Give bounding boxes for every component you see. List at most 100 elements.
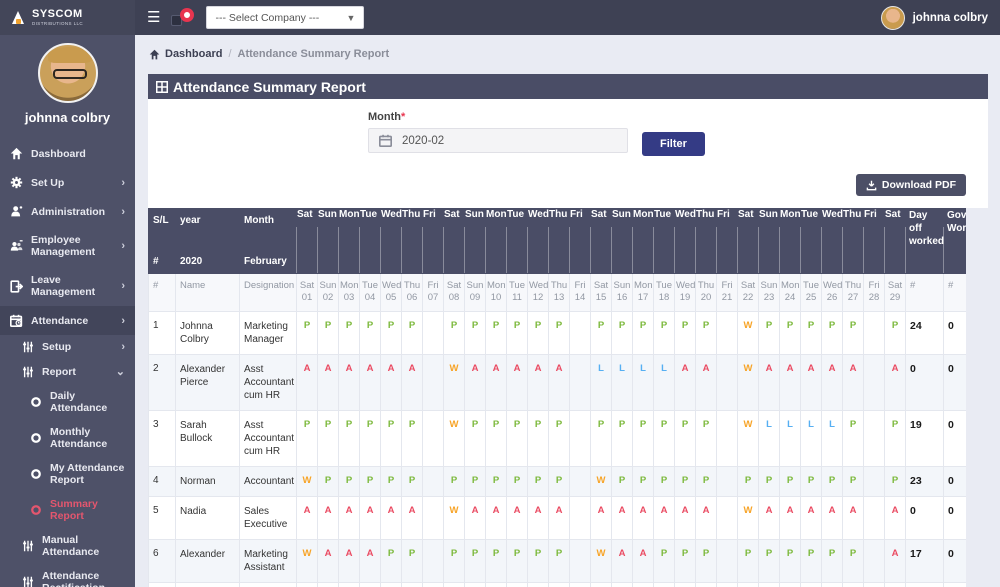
attendance-code-cell: P bbox=[360, 311, 381, 354]
employee-row: 3Sarah BullockAsst Accountant cum HRPPPP… bbox=[149, 410, 967, 466]
download-pdf-button[interactable]: Download PDF bbox=[856, 174, 966, 196]
content: Dashboard / Attendance Summary Report At… bbox=[135, 35, 1000, 587]
app-root: SYSCOM DISTRIBUTIONS LLC johnna colbry D… bbox=[0, 0, 1000, 587]
sidebar-item-daily-attendance[interactable]: Daily Attendance bbox=[0, 384, 135, 420]
filter-button[interactable]: Filter bbox=[642, 132, 705, 156]
topbar-user-name[interactable]: johnna colbry bbox=[913, 12, 988, 24]
sidebar-item-label: Attendance Rectification bbox=[42, 570, 125, 587]
sidebar-item-dashboard[interactable]: Dashboard bbox=[0, 139, 135, 168]
col-day-19: Wed bbox=[675, 209, 696, 274]
cell-day-off-worked: 19 bbox=[906, 410, 944, 466]
sidebar-item-attendance[interactable]: Attendance› bbox=[0, 306, 135, 335]
attendance-code-cell: P bbox=[528, 582, 549, 587]
sidebar-profile: johnna colbry bbox=[0, 35, 135, 135]
attendance-code-cell: P bbox=[654, 311, 675, 354]
attendance-code-cell bbox=[423, 466, 444, 496]
company-badge-icon[interactable] bbox=[172, 8, 194, 28]
sidebar-item-report[interactable]: Report⌄ bbox=[0, 359, 135, 384]
hamburger-icon[interactable]: ☰ bbox=[147, 10, 160, 25]
month-label: Month* bbox=[368, 111, 628, 123]
sliders-icon bbox=[22, 341, 34, 353]
attendance-code-cell: L bbox=[759, 410, 780, 466]
subheader-name: Name bbox=[176, 274, 240, 312]
col-day-28: Fri bbox=[864, 209, 885, 274]
attendance-code-cell: P bbox=[444, 539, 465, 582]
sidebar-item-label: Leave Management bbox=[31, 274, 113, 298]
attendance-code-cell: P bbox=[486, 539, 507, 582]
subheader-day-17: Mon17 bbox=[633, 274, 654, 312]
col-day-18: Tue bbox=[654, 209, 675, 274]
subheader-day-02: Sun02 bbox=[318, 274, 339, 312]
employee-row: 2Alexander PierceAsst Accountant cum HRA… bbox=[149, 354, 967, 410]
subheader-day-15: Sat15 bbox=[591, 274, 612, 312]
attendance-code-cell bbox=[864, 311, 885, 354]
sidebar-item-leave-management[interactable]: Leave Management› bbox=[0, 266, 135, 306]
sidebar-item-monthly-attendance[interactable]: Monthly Attendance bbox=[0, 420, 135, 456]
sidebar-item-set-up[interactable]: Set Up› bbox=[0, 168, 135, 197]
sliders-icon bbox=[22, 576, 34, 587]
company-select[interactable]: --- Select Company --- ▼ bbox=[206, 6, 364, 29]
brand-logo[interactable]: SYSCOM DISTRIBUTIONS LLC bbox=[0, 0, 135, 35]
attendance-code-cell: P bbox=[486, 311, 507, 354]
sidebar-item-setup[interactable]: Setup› bbox=[0, 335, 135, 359]
col-day-09: Sun bbox=[465, 209, 486, 274]
sidebar-item-employee-management[interactable]: Employee Management› bbox=[0, 226, 135, 266]
attendance-code-cell: P bbox=[822, 466, 843, 496]
attendance-code-cell: L bbox=[801, 410, 822, 466]
attendance-code-cell: P bbox=[339, 582, 360, 587]
cell-sl: 3 bbox=[149, 410, 176, 466]
attendance-code-cell: P bbox=[528, 539, 549, 582]
attendance-code-cell: P bbox=[360, 582, 381, 587]
attendance-code-cell: A bbox=[885, 354, 906, 410]
topbar-avatar[interactable] bbox=[881, 6, 905, 30]
attendance-code-cell: P bbox=[696, 410, 717, 466]
attendance-code-cell: A bbox=[339, 354, 360, 410]
attendance-code-cell bbox=[423, 354, 444, 410]
sidebar-item-attendance-rectification[interactable]: Attendance Rectification bbox=[0, 564, 135, 587]
sidebar-item-summary-report[interactable]: Summary Report bbox=[0, 492, 135, 528]
cell-day-off-worked: 17 bbox=[906, 539, 944, 582]
attendance-code-cell: A bbox=[633, 539, 654, 582]
sidebar-item-label: Employee Management bbox=[31, 234, 113, 258]
attendance-code-cell: P bbox=[780, 582, 801, 587]
col-day-06: Thu bbox=[402, 209, 423, 274]
attendance-code-cell: P bbox=[696, 582, 717, 587]
cell-name: Sarah Bullock bbox=[176, 582, 240, 587]
attendance-code-cell: P bbox=[696, 311, 717, 354]
attendance-code-cell: P bbox=[612, 582, 633, 587]
sidebar-item-label: Administration bbox=[31, 206, 105, 218]
col-day-25: Tue bbox=[801, 209, 822, 274]
attendance-code-cell: A bbox=[801, 496, 822, 539]
cell-gov-day-worked: 0 bbox=[944, 582, 967, 587]
cell-designation: Marketing Assistant bbox=[240, 539, 297, 582]
attendance-code-cell: A bbox=[549, 496, 570, 539]
subheader-day-27: Thu27 bbox=[843, 274, 864, 312]
attendance-code-cell bbox=[423, 539, 444, 582]
attendance-code-cell: A bbox=[801, 354, 822, 410]
attendance-code-cell: P bbox=[465, 466, 486, 496]
cell-designation: Sales Executive bbox=[240, 496, 297, 539]
sidebar-item-my-attendance-report[interactable]: My Attendance Report bbox=[0, 456, 135, 492]
attendance-code-cell: P bbox=[675, 466, 696, 496]
breadcrumb-current: Attendance Summary Report bbox=[238, 48, 390, 60]
attendance-code-cell: W bbox=[297, 466, 318, 496]
attendance-code-cell: P bbox=[843, 539, 864, 582]
cell-day-off-worked: 23 bbox=[906, 466, 944, 496]
sidebar-item-manual-attendance[interactable]: Manual Attendance bbox=[0, 528, 135, 564]
attendance-code-cell: P bbox=[318, 311, 339, 354]
breadcrumb-separator: / bbox=[228, 48, 231, 60]
sidebar-item-label: Attendance bbox=[31, 315, 88, 327]
attendance-code-cell bbox=[864, 582, 885, 587]
breadcrumb-dashboard[interactable]: Dashboard bbox=[149, 48, 222, 60]
cell-sl: 2 bbox=[149, 354, 176, 410]
col-day-22: Sat bbox=[738, 209, 759, 274]
attendance-code-cell: A bbox=[465, 496, 486, 539]
month-input[interactable]: 2020-02 bbox=[368, 128, 628, 153]
col-gov-day-worked: Gov. Day Worked bbox=[944, 209, 967, 274]
month-value: 2020-02 bbox=[402, 135, 444, 147]
page-title: Attendance Summary Report bbox=[173, 79, 366, 95]
sidebar-item-administration[interactable]: Administration› bbox=[0, 197, 135, 226]
attendance-code-cell: W bbox=[738, 496, 759, 539]
attendance-code-cell: P bbox=[885, 466, 906, 496]
col-day-07: Fri bbox=[423, 209, 444, 274]
